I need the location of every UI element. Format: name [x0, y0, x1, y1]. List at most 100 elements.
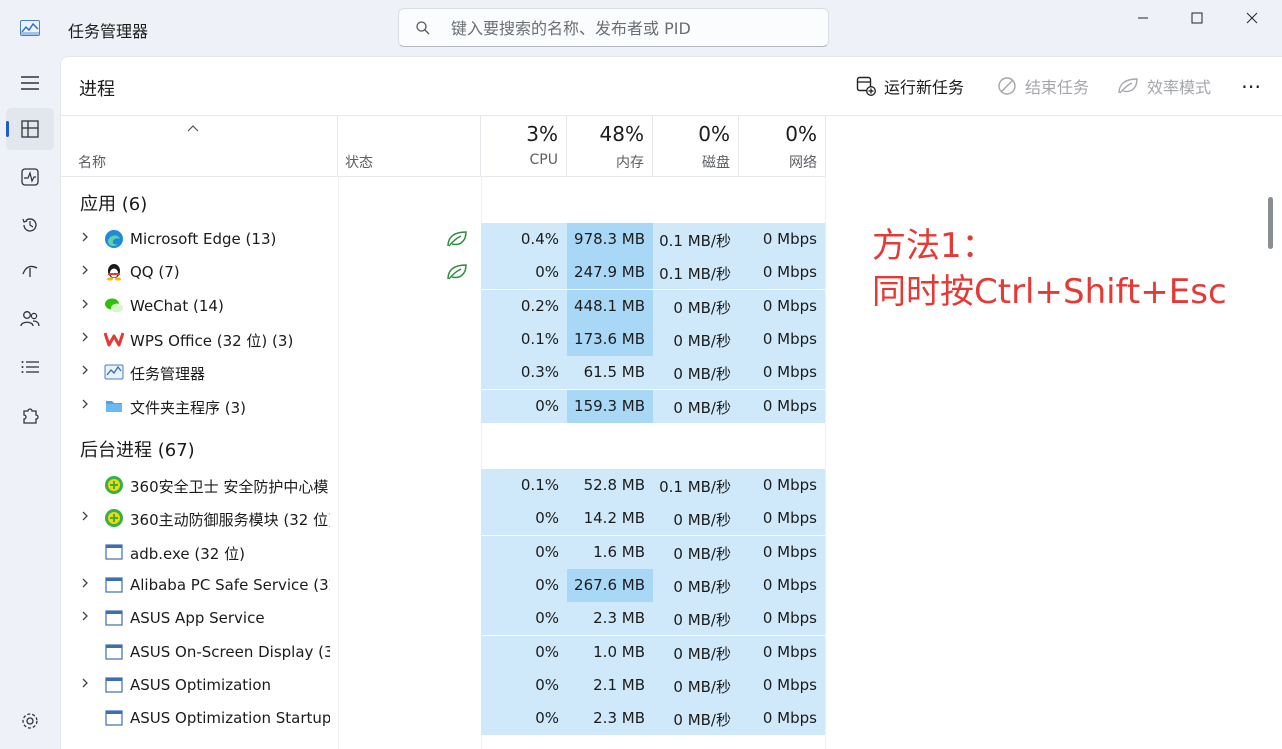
minimize-button[interactable] [1115, 0, 1171, 36]
memory-cell: 267.6 MB [567, 569, 653, 602]
process-row[interactable]: Microsoft Edge (13)0.4%978.3 MB0.1 MB/秒0… [61, 223, 826, 256]
sidebar-item-services[interactable] [6, 394, 54, 436]
network-cell: 0 Mbps [739, 502, 825, 535]
expand-chevron-icon[interactable] [81, 231, 93, 247]
cpu-cell: 0.1% [481, 469, 567, 502]
memory-cell: 978.3 MB [567, 223, 653, 256]
vertical-scrollbar-thumb[interactable] [1268, 197, 1273, 249]
process-row[interactable]: Alibaba PC Safe Service (32...0%267.6 MB… [61, 569, 826, 602]
cpu-cell: 0% [481, 669, 567, 702]
memory-cell: 61.5 MB [567, 356, 653, 389]
exe-icon [104, 575, 124, 595]
network-cell: 0 Mbps [739, 602, 825, 635]
column-header-network[interactable]: 0% 网络 [739, 116, 826, 176]
sidebar-item-settings[interactable] [6, 700, 54, 742]
details-list-icon [21, 360, 39, 374]
hamburger-menu-button[interactable] [6, 62, 54, 104]
network-total-percent: 0% [785, 122, 817, 146]
process-row[interactable]: WeChat (14)0.2%448.1 MB0 MB/秒0 Mbps [61, 290, 826, 323]
memory-cell: 173.6 MB [567, 323, 653, 356]
annotation-text: 方法1： 同时按Ctrl+Shift+Esc [872, 223, 1227, 315]
column-header-memory[interactable]: 48% 内存 [567, 116, 653, 176]
close-button[interactable] [1224, 0, 1280, 36]
cpu-cell: 0.3% [481, 356, 567, 389]
expand-chevron-icon[interactable] [81, 677, 93, 693]
sidebar-item-processes[interactable] [6, 108, 54, 150]
group-title-apps: 应用 (6) [80, 190, 147, 216]
header-divider [61, 176, 826, 177]
process-row[interactable]: ASUS Optimization Startup...0%2.3 MB0 MB… [61, 702, 826, 735]
end-task-button[interactable]: 结束任务 [997, 74, 1089, 98]
process-name: 任务管理器 [130, 363, 330, 384]
360-icon [104, 475, 124, 495]
more-options-icon: ⋯ [1241, 74, 1261, 98]
network-cell: 0 Mbps [739, 702, 825, 735]
wechat-icon [104, 296, 124, 316]
run-new-task-button[interactable]: 运行新任务 [856, 74, 964, 98]
disk-cell: 0.1 MB/秒 [653, 223, 739, 256]
process-row[interactable]: QQ (7)0%247.9 MB0.1 MB/秒0 Mbps [61, 256, 826, 289]
disk-cell: 0 MB/秒 [653, 602, 739, 635]
users-icon [20, 310, 40, 328]
process-name: 360安全卫士 安全防护中心模... [130, 476, 330, 497]
column-header-cpu[interactable]: 3% CPU [481, 116, 567, 176]
column-header-status[interactable]: 状态 [338, 116, 481, 176]
expand-chevron-icon[interactable] [81, 610, 93, 626]
history-icon [21, 216, 39, 234]
disk-cell: 0 MB/秒 [653, 502, 739, 535]
cpu-cell: 0.2% [481, 290, 567, 323]
expand-chevron-icon[interactable] [81, 398, 93, 414]
search-input[interactable] [451, 17, 811, 39]
process-name: ASUS App Service [130, 609, 330, 627]
process-name: WeChat (14) [130, 297, 330, 315]
memory-cell: 2.3 MB [567, 702, 653, 735]
maximize-button[interactable] [1169, 0, 1225, 36]
cpu-cell: 0% [481, 636, 567, 669]
expand-chevron-icon[interactable] [81, 364, 93, 380]
exe-icon [104, 542, 124, 562]
process-name: ASUS Optimization Startup... [130, 709, 330, 727]
edge-icon [104, 229, 124, 249]
expand-chevron-icon[interactable] [81, 298, 93, 314]
process-row[interactable]: 任务管理器0.3%61.5 MB0 MB/秒0 Mbps [61, 356, 826, 389]
task-manager-icon [104, 362, 124, 382]
efficiency-mode-button[interactable]: 效率模式 [1117, 74, 1211, 98]
sidebar-nav [0, 56, 60, 749]
process-row[interactable]: ASUS App Service0%2.3 MB0 MB/秒0 Mbps [61, 602, 826, 635]
memory-cell: 159.3 MB [567, 390, 653, 423]
process-name: WPS Office (32 位) (3) [130, 330, 330, 351]
exe-icon [104, 642, 124, 662]
end-task-label: 结束任务 [1025, 74, 1089, 98]
process-row[interactable]: 文件夹主程序 (3)0%159.3 MB0 MB/秒0 Mbps [61, 390, 826, 423]
sidebar-item-startup[interactable] [6, 250, 54, 292]
active-indicator [6, 121, 9, 137]
cpu-cell: 0% [481, 390, 567, 423]
more-options-button[interactable]: ⋯ [1241, 74, 1261, 98]
search-box[interactable] [398, 8, 829, 47]
process-row[interactable]: ASUS Optimization0%2.1 MB0 MB/秒0 Mbps [61, 669, 826, 702]
column-header-disk[interactable]: 0% 磁盘 [653, 116, 739, 176]
expand-chevron-icon[interactable] [81, 331, 93, 347]
process-row[interactable]: WPS Office (32 位) (3)0.1%173.6 MB0 MB/秒0… [61, 323, 826, 356]
app-title: 任务管理器 [68, 18, 148, 42]
process-row[interactable]: ASUS On-Screen Display (3...0%1.0 MB0 MB… [61, 636, 826, 669]
sidebar-item-details[interactable] [6, 346, 54, 388]
sidebar-item-performance[interactable] [6, 156, 54, 198]
sidebar-item-app-history[interactable] [6, 204, 54, 246]
exe-icon [104, 708, 124, 728]
disk-column-label: 磁盘 [702, 152, 730, 172]
memory-cell: 1.6 MB [567, 536, 653, 569]
process-name: Alibaba PC Safe Service (32... [130, 576, 330, 594]
network-cell: 0 Mbps [739, 256, 825, 289]
process-row[interactable]: adb.exe (32 位)0%1.6 MB0 MB/秒0 Mbps [61, 536, 826, 569]
process-row[interactable]: 360安全卫士 安全防护中心模...0.1%52.8 MB0.1 MB/秒0 M… [61, 469, 826, 502]
process-row[interactable]: 360主动防御服务模块 (32 位)0%14.2 MB0 MB/秒0 Mbps [61, 502, 826, 535]
expand-chevron-icon[interactable] [81, 264, 93, 280]
run-new-task-label: 运行新任务 [884, 74, 964, 98]
column-header-name[interactable]: 名称 [61, 116, 338, 176]
expand-chevron-icon[interactable] [81, 510, 93, 526]
cpu-cell: 0.1% [481, 323, 567, 356]
exe-icon [104, 675, 124, 695]
sidebar-item-users[interactable] [6, 298, 54, 340]
expand-chevron-icon[interactable] [81, 577, 93, 593]
